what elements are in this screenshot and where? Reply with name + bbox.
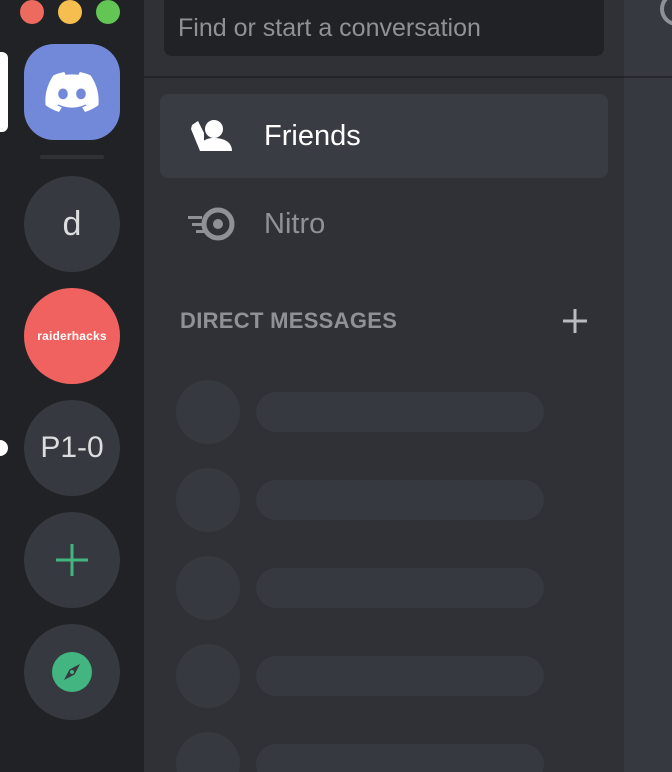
friends-nav-item[interactable]: Friends — [160, 94, 608, 178]
dm-placeholder-row — [176, 644, 576, 708]
selected-server-indicator — [0, 52, 8, 132]
server-rail: d raiderhacks P1-0 — [0, 0, 144, 772]
placeholder-avatar — [176, 732, 240, 772]
discord-logo-icon — [45, 72, 99, 112]
dm-placeholder-row — [176, 732, 576, 772]
topbar-icon[interactable] — [660, 0, 672, 26]
search-input[interactable]: Find or start a conversation — [164, 0, 604, 56]
server-d-label: d — [62, 204, 82, 243]
create-dm-button[interactable] — [560, 306, 590, 336]
nitro-label: Nitro — [264, 207, 326, 240]
home-button[interactable] — [24, 44, 120, 140]
placeholder-name-bar — [256, 480, 544, 520]
nitro-nav-item[interactable]: Nitro — [160, 182, 608, 266]
nitro-icon — [184, 196, 240, 252]
rail-divider — [40, 155, 104, 159]
unread-indicator — [0, 440, 8, 456]
main-topbar — [624, 0, 672, 78]
search-bar-area: Find or start a conversation — [144, 0, 624, 78]
placeholder-avatar — [176, 644, 240, 708]
window-close-button[interactable] — [20, 0, 44, 24]
direct-messages-title: DIRECT MESSAGES — [180, 308, 398, 333]
explore-servers-button[interactable] — [24, 624, 120, 720]
server-p1-0-label: P1-0 — [40, 431, 104, 464]
placeholder-name-bar — [256, 392, 544, 432]
dm-placeholder-row — [176, 556, 576, 620]
dm-sidebar: Find or start a conversation Friends Nit… — [144, 0, 624, 772]
window-zoom-button[interactable] — [96, 0, 120, 24]
window-minimize-button[interactable] — [58, 0, 82, 24]
placeholder-avatar — [176, 380, 240, 444]
server-p1-0[interactable]: P1-0 — [24, 400, 120, 496]
main-content — [624, 0, 672, 772]
search-placeholder: Find or start a conversation — [178, 14, 481, 42]
dm-placeholder-row — [176, 380, 576, 444]
placeholder-name-bar — [256, 568, 544, 608]
placeholder-name-bar — [256, 656, 544, 696]
compass-icon — [52, 652, 92, 692]
discord-app: d raiderhacks P1-0 Find or start a conve… — [0, 0, 672, 772]
friends-label: Friends — [264, 119, 361, 152]
placeholder-avatar — [176, 468, 240, 532]
placeholder-avatar — [176, 556, 240, 620]
server-d[interactable]: d — [24, 176, 120, 272]
placeholder-name-bar — [256, 744, 544, 772]
server-raiderhacks[interactable]: raiderhacks — [24, 288, 120, 384]
direct-messages-header: DIRECT MESSAGES — [180, 304, 590, 338]
plus-icon — [563, 309, 587, 333]
add-server-button[interactable] — [24, 512, 120, 608]
plus-icon — [56, 544, 88, 576]
server-raiderhacks-label: raiderhacks — [37, 329, 107, 343]
friends-icon — [184, 108, 240, 164]
dm-placeholder-row — [176, 468, 576, 532]
